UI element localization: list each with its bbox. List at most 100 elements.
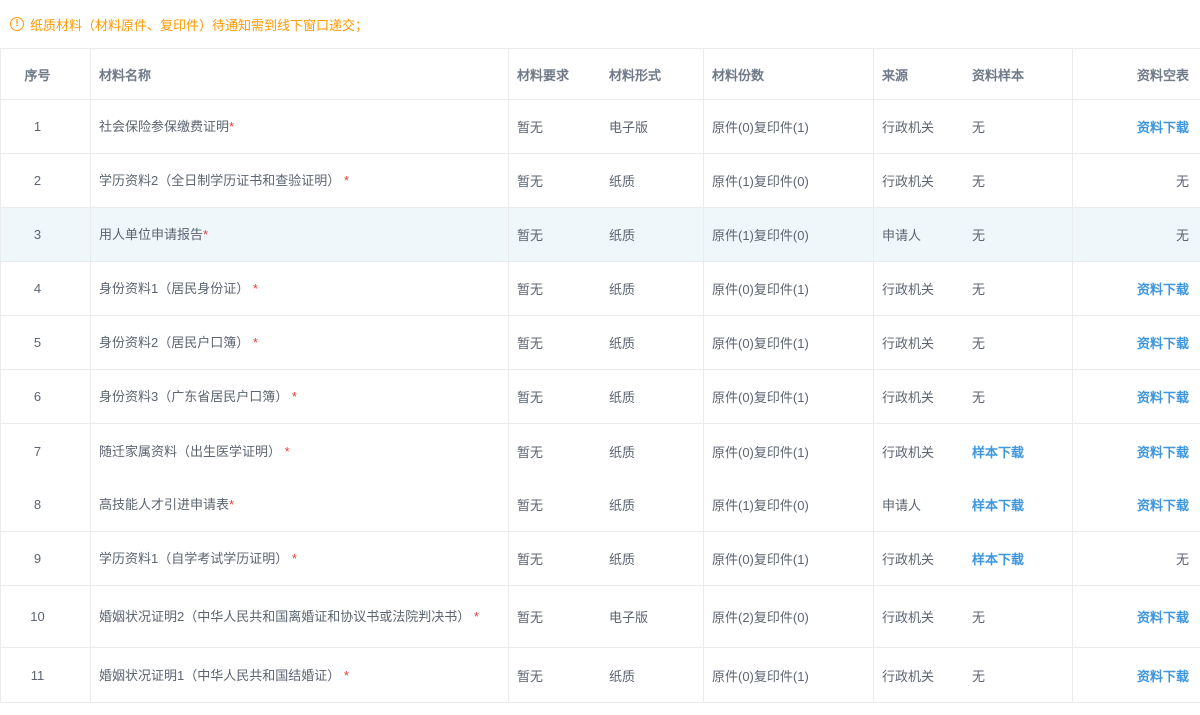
required-asterisk: *	[344, 173, 349, 188]
form-cell: 纸质	[601, 370, 704, 424]
blank-form-cell: 无	[1073, 154, 1200, 208]
col-header-material-name: 材料名称	[91, 49, 509, 100]
table-header: 序号 材料名称 材料要求 材料形式 材料份数 来源 资料样本 资料空表	[1, 49, 1200, 100]
form-cell: 纸质	[601, 478, 704, 532]
table-body: 1 社会保险参保缴费证明* 暂无 电子版 原件(0)复印件(1) 行政机关 无 …	[1, 100, 1200, 702]
blank-form-cell: 资料下载	[1073, 370, 1200, 424]
table-row: 3 用人单位申请报告* 暂无 纸质 原件(1)复印件(0) 申请人 无 无	[1, 208, 1200, 262]
exclamation-circle-icon: !	[10, 17, 24, 31]
material-name-cell: 身份资料1（居民身份证） *	[91, 262, 509, 316]
row-index-cell: 6	[1, 370, 91, 424]
blank-form-download-link[interactable]: 资料下载	[1137, 669, 1189, 684]
col-header-requirement: 材料要求	[509, 49, 601, 100]
requirement-cell: 暂无	[509, 100, 601, 154]
sample-value: 无	[972, 610, 985, 625]
blank-form-download-link[interactable]: 资料下载	[1137, 445, 1189, 460]
row-index-cell: 1	[1, 100, 91, 154]
requirement-cell: 暂无	[509, 316, 601, 370]
sample-value: 无	[972, 228, 985, 243]
source-cell: 行政机关	[874, 586, 964, 648]
sample-value: 无	[972, 174, 985, 189]
sample-cell: 无	[964, 586, 1073, 648]
required-asterisk: *	[292, 389, 297, 404]
material-name-cell: 学历资料2（全日制学历证书和查验证明） *	[91, 154, 509, 208]
material-name: 身份资料1（居民身份证）	[99, 281, 253, 296]
row-index-cell: 7	[1, 424, 91, 478]
material-name-cell: 用人单位申请报告*	[91, 208, 509, 262]
material-name: 随迁家属资料（出生医学证明）	[99, 444, 285, 459]
sample-value: 无	[972, 120, 985, 135]
copies-cell: 原件(0)复印件(1)	[704, 370, 874, 424]
copies-cell: 原件(2)复印件(0)	[704, 586, 874, 648]
required-asterisk: *	[253, 281, 258, 296]
material-name-cell: 随迁家属资料（出生医学证明） *	[91, 424, 509, 478]
col-header-copies: 材料份数	[704, 49, 874, 100]
material-name: 学历资料1（自学考试学历证明）	[99, 551, 292, 566]
row-index-cell: 11	[1, 648, 91, 702]
sample-cell: 无	[964, 262, 1073, 316]
form-cell: 纸质	[601, 648, 704, 702]
required-asterisk: *	[229, 119, 234, 134]
blank-form-download-link[interactable]: 资料下载	[1137, 390, 1189, 405]
source-cell: 行政机关	[874, 424, 964, 478]
table-row: 6 身份资料3（广东省居民户口簿） * 暂无 纸质 原件(0)复印件(1) 行政…	[1, 370, 1200, 424]
copies-cell: 原件(1)复印件(0)	[704, 154, 874, 208]
blank-form-download-link[interactable]: 资料下载	[1137, 120, 1189, 135]
blank-form-value: 无	[1176, 228, 1189, 243]
required-asterisk: *	[344, 668, 349, 683]
blank-form-cell: 资料下载	[1073, 586, 1200, 648]
sample-download-link[interactable]: 样本下载	[972, 552, 1024, 567]
copies-cell: 原件(0)复印件(1)	[704, 648, 874, 702]
table-row: 8 高技能人才引进申请表* 暂无 纸质 原件(1)复印件(0) 申请人 样本下载…	[1, 478, 1200, 532]
blank-form-cell: 资料下载	[1073, 648, 1200, 702]
material-name: 婚姻状况证明1（中华人民共和国结婚证）	[99, 668, 344, 683]
form-cell: 纸质	[601, 316, 704, 370]
material-name-cell: 婚姻状况证明2（中华人民共和国离婚证和协议书或法院判决书） *	[91, 586, 509, 648]
material-name: 身份资料2（居民户口簿）	[99, 335, 253, 350]
blank-form-download-link[interactable]: 资料下载	[1137, 498, 1189, 513]
sample-cell: 无	[964, 370, 1073, 424]
source-cell: 行政机关	[874, 316, 964, 370]
material-name: 身份资料3（广东省居民户口簿）	[99, 389, 292, 404]
copies-cell: 原件(0)复印件(1)	[704, 316, 874, 370]
requirement-cell: 暂无	[509, 208, 601, 262]
sample-cell: 无	[964, 316, 1073, 370]
required-asterisk: *	[203, 227, 208, 242]
blank-form-download-link[interactable]: 资料下载	[1137, 610, 1189, 625]
col-header-index: 序号	[1, 49, 91, 100]
sample-download-link[interactable]: 样本下载	[972, 445, 1024, 460]
copies-cell: 原件(1)复印件(0)	[704, 478, 874, 532]
form-cell: 纸质	[601, 208, 704, 262]
form-cell: 纸质	[601, 154, 704, 208]
sample-cell: 样本下载	[964, 532, 1073, 586]
sample-value: 无	[972, 282, 985, 297]
source-cell: 行政机关	[874, 262, 964, 316]
required-asterisk: *	[292, 551, 297, 566]
table-row: 10 婚姻状况证明2（中华人民共和国离婚证和协议书或法院判决书） * 暂无 电子…	[1, 586, 1200, 648]
required-asterisk: *	[474, 609, 479, 624]
source-cell: 行政机关	[874, 154, 964, 208]
sample-value: 无	[972, 669, 985, 684]
blank-form-download-link[interactable]: 资料下载	[1137, 282, 1189, 297]
blank-form-download-link[interactable]: 资料下载	[1137, 336, 1189, 351]
material-name-cell: 身份资料2（居民户口簿） *	[91, 316, 509, 370]
sample-download-link[interactable]: 样本下载	[972, 498, 1024, 513]
table-row: 5 身份资料2（居民户口簿） * 暂无 纸质 原件(0)复印件(1) 行政机关 …	[1, 316, 1200, 370]
paper-material-notice: ! 纸质材料（材料原件、复印件）待通知需到线下窗口递交；	[0, 0, 1200, 36]
row-index-cell: 8	[1, 478, 91, 532]
table-row: 4 身份资料1（居民身份证） * 暂无 纸质 原件(0)复印件(1) 行政机关 …	[1, 262, 1200, 316]
sample-cell: 无	[964, 154, 1073, 208]
col-header-form: 材料形式	[601, 49, 704, 100]
col-header-blank-form: 资料空表	[1073, 49, 1200, 100]
material-name: 用人单位申请报告	[99, 227, 203, 242]
required-asterisk: *	[285, 444, 290, 459]
requirement-cell: 暂无	[509, 154, 601, 208]
row-index-cell: 9	[1, 532, 91, 586]
required-asterisk: *	[229, 497, 234, 512]
source-cell: 行政机关	[874, 100, 964, 154]
requirement-cell: 暂无	[509, 478, 601, 532]
form-cell: 纸质	[601, 262, 704, 316]
copies-cell: 原件(0)复印件(1)	[704, 262, 874, 316]
blank-form-cell: 资料下载	[1073, 100, 1200, 154]
sample-cell: 无	[964, 208, 1073, 262]
